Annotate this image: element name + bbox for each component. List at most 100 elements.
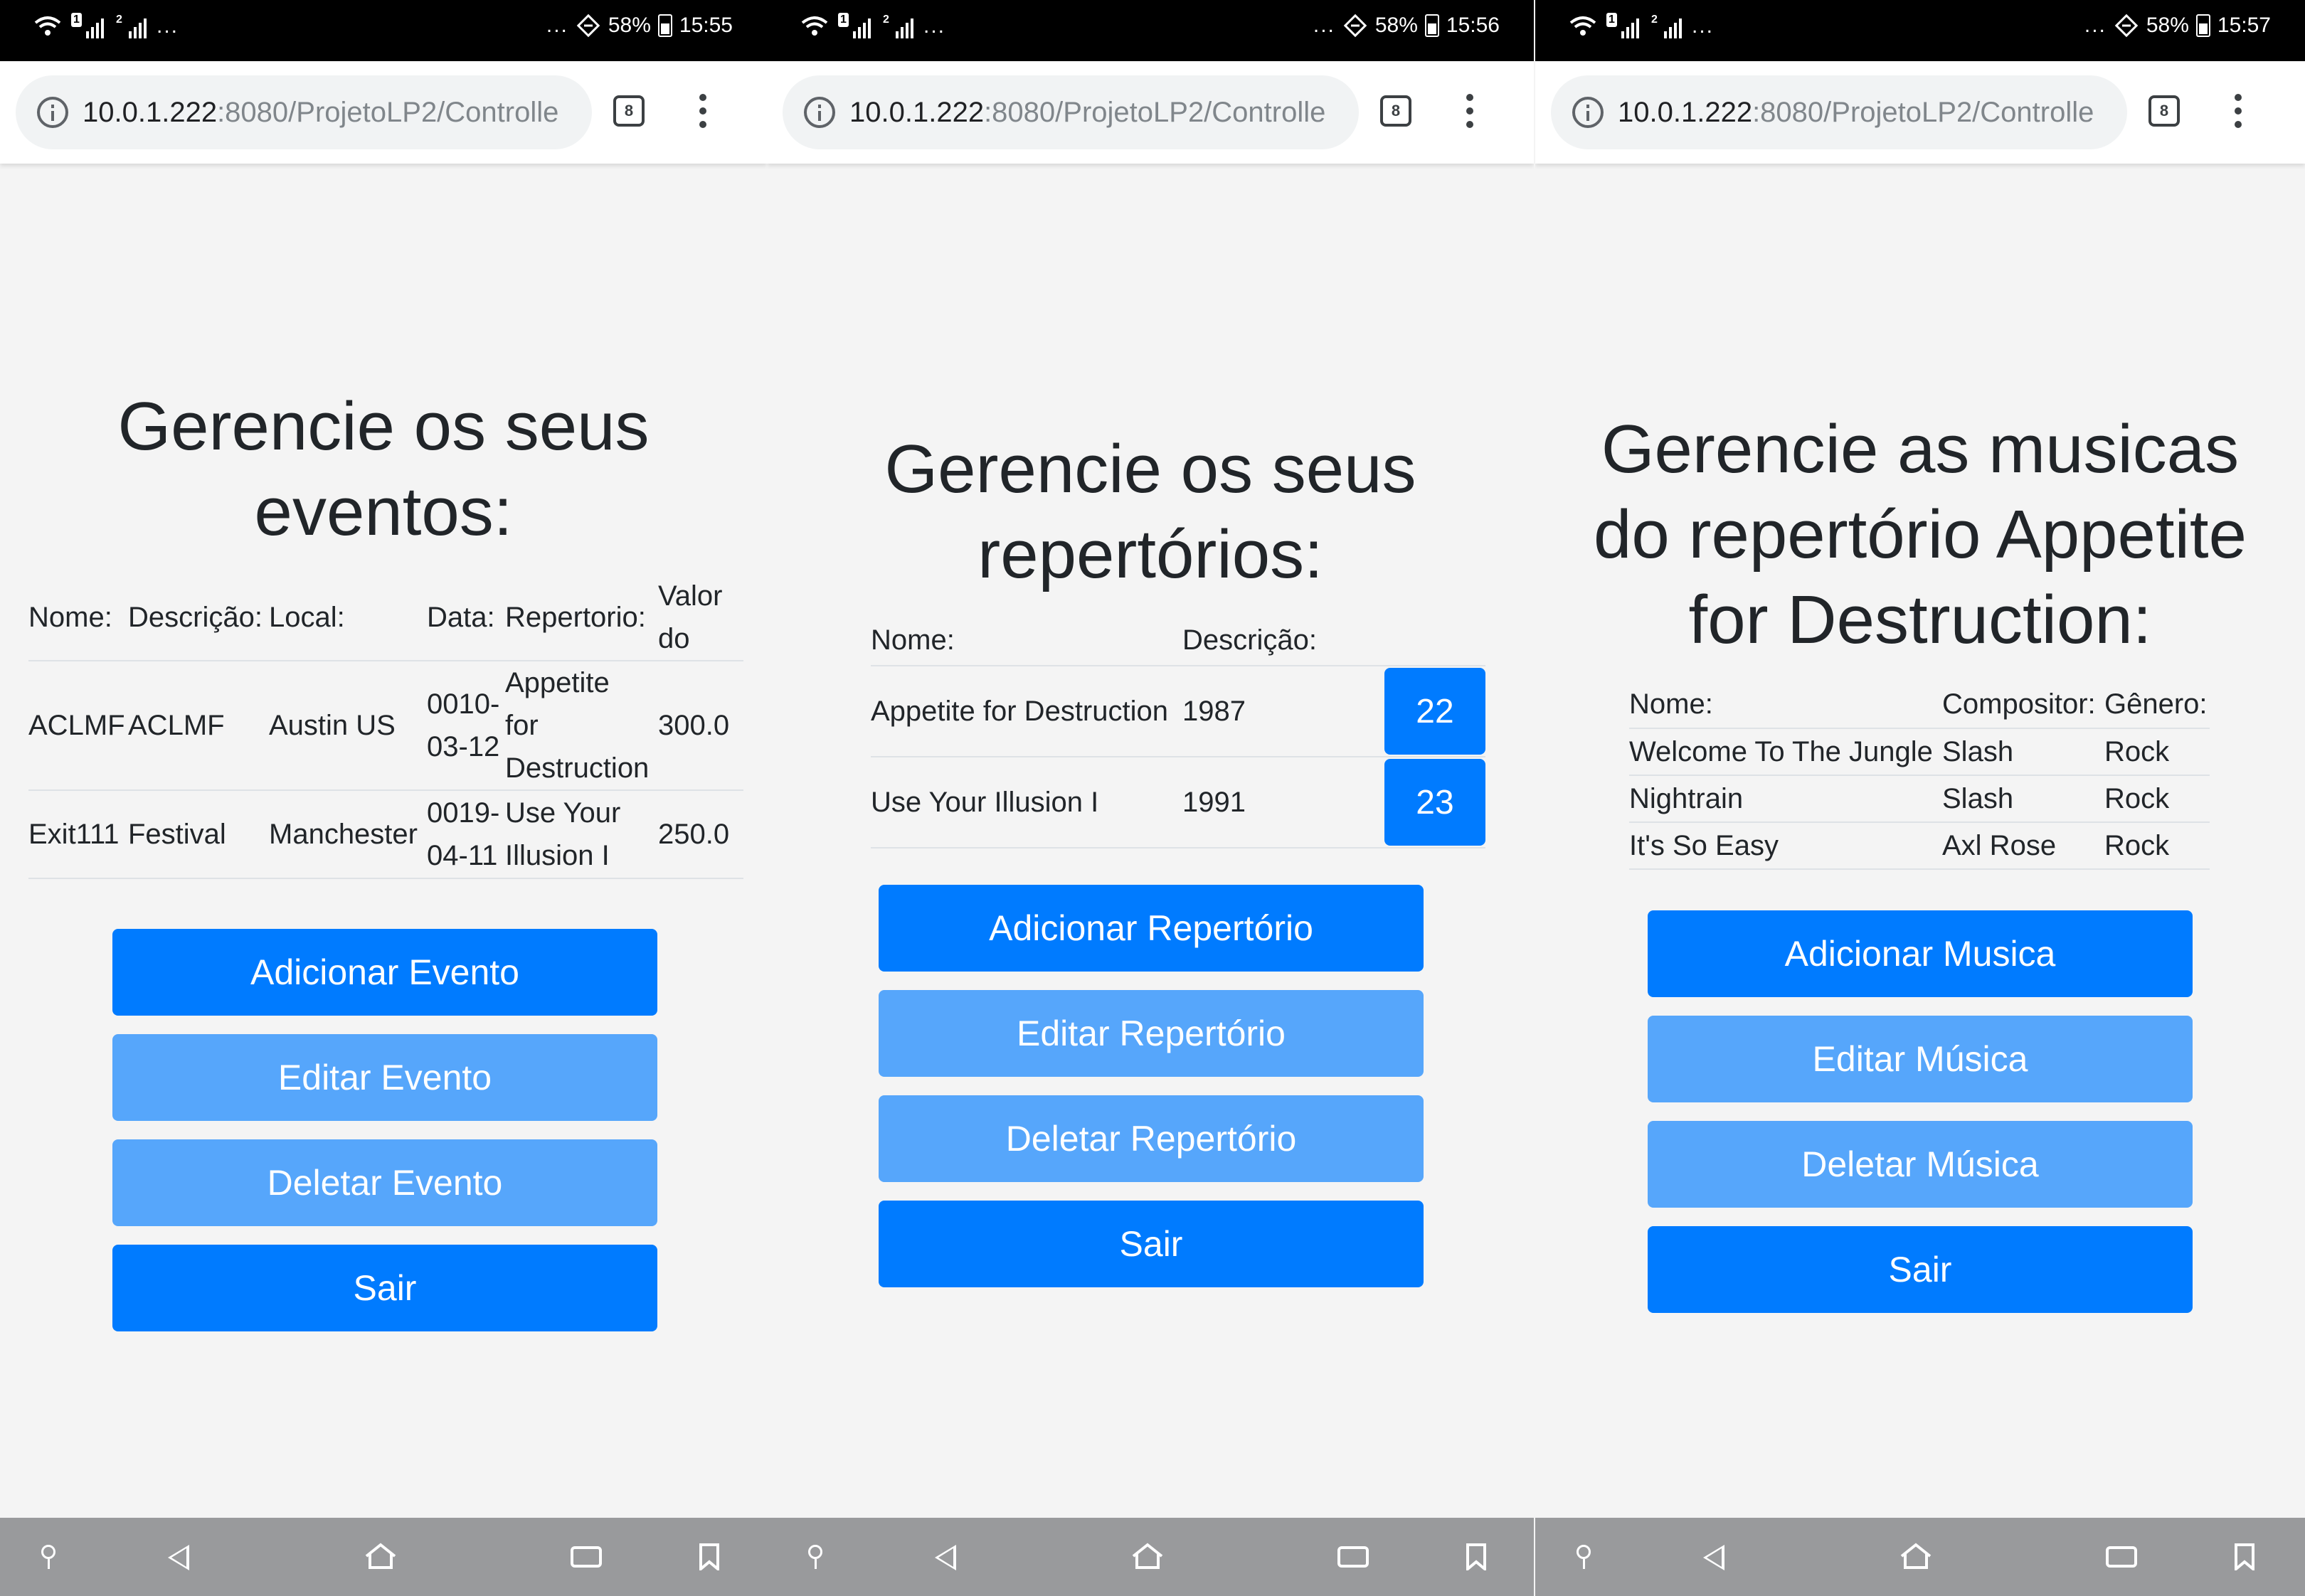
cell-genero: Rock (2104, 821, 2210, 869)
home-icon[interactable] (364, 1542, 397, 1570)
address-bar[interactable]: 10.0.1.222:8080/ProjetoLP2/Controlle (16, 75, 592, 149)
delete-song-button[interactable]: Deletar Música (1648, 1121, 2193, 1208)
tabs-icon[interactable]: 8 (2148, 95, 2180, 127)
address-bar[interactable]: 10.0.1.222:8080/ProjetoLP2/Controlle (1551, 75, 2127, 149)
delete-event-button[interactable]: Deletar Evento (112, 1139, 657, 1226)
data-saver-icon (2114, 14, 2139, 38)
bookmark-icon[interactable] (699, 1543, 720, 1570)
add-repertoire-button[interactable]: Adicionar Repertório (879, 885, 1424, 972)
navigation-bar (767, 1518, 1534, 1596)
bookmark-icon[interactable] (2234, 1543, 2255, 1570)
pin-icon[interactable] (808, 1545, 822, 1569)
url-text[interactable]: 10.0.1.222:8080/ProjetoLP2/Controlle (83, 97, 581, 129)
url-text[interactable]: 10.0.1.222:8080/ProjetoLP2/Controlle (1618, 97, 2116, 129)
cell-nome: Use Your Illusion I (871, 756, 1182, 848)
cell-compositor: Slash (1942, 775, 2104, 822)
add-event-button[interactable]: Adicionar Evento (112, 929, 657, 1016)
select-repertoire-button[interactable]: 23 (1384, 759, 1485, 846)
col-header-nome: Nome: (871, 624, 955, 656)
browser-toolbar: 10.0.1.222:8080/ProjetoLP2/Controlle 8 (1535, 61, 2305, 164)
address-bar[interactable]: 10.0.1.222:8080/ProjetoLP2/Controlle (783, 75, 1359, 149)
exit-button[interactable]: Sair (112, 1245, 657, 1331)
cell-id: 22 (1384, 665, 1485, 757)
menu-icon[interactable] (699, 94, 707, 131)
url-text[interactable]: 10.0.1.222:8080/ProjetoLP2/Controlle (849, 97, 1347, 129)
exit-button[interactable]: Sair (879, 1201, 1424, 1287)
cell-valor: 250.0 (658, 789, 743, 878)
col-header-nome: Nome: (1629, 688, 1713, 720)
page-title: Gerencie os seus eventos: (117, 388, 650, 550)
info-icon[interactable] (804, 97, 835, 128)
edit-event-button[interactable]: Editar Evento (112, 1034, 657, 1121)
col-header-action (1384, 616, 1485, 666)
cell-local: Austin US (269, 660, 427, 790)
info-icon[interactable] (1572, 97, 1604, 128)
table-row: Appetite for Destruction 1987 22 (871, 665, 1485, 757)
select-repertoire-button[interactable]: 22 (1384, 668, 1485, 755)
back-icon[interactable] (1703, 1545, 1724, 1570)
edit-song-button[interactable]: Editar Música (1648, 1016, 2193, 1102)
cell-nome: It's So Easy (1629, 821, 1942, 869)
tabs-icon[interactable]: 8 (613, 95, 645, 127)
repertoires-table: Nome: Descrição: Appetite for Destructio… (871, 616, 1485, 848)
delete-repertoire-button[interactable]: Deletar Repertório (879, 1095, 1424, 1182)
menu-icon[interactable] (1466, 94, 1474, 131)
clock: 15:56 (1446, 14, 1500, 37)
status-dots: ... (2084, 14, 2107, 37)
home-icon[interactable] (1131, 1542, 1164, 1570)
status-bar: 1 2 ... ... 58% 15:56 (767, 0, 1534, 61)
table-row: Exit111 Festival Manchester 0019-04-11 U… (28, 789, 743, 878)
cell-nome: Nightrain (1629, 775, 1942, 822)
menu-icon[interactable] (2234, 94, 2242, 131)
recents-icon[interactable] (2106, 1546, 2137, 1568)
add-song-button[interactable]: Adicionar Musica (1648, 910, 2193, 997)
status-dots: ... (1313, 14, 1335, 37)
signal-icon: 2 (881, 13, 913, 40)
table-header-row: Nome: Descrição: (871, 616, 1485, 666)
col-header-nome: Nome: (28, 601, 112, 633)
table-row: It's So Easy Axl Rose Rock (1629, 821, 2210, 869)
battery-icon (1424, 14, 1439, 37)
battery-percent: 58% (1374, 14, 1418, 37)
cell-compositor: Axl Rose (1942, 821, 2104, 869)
browser-toolbar: 10.0.1.222:8080/ProjetoLP2/Controlle 8 (767, 61, 1534, 164)
notification-dots: ... (923, 14, 946, 38)
phone-screen-songs: 1 2 ... ... 58% 15:57 10.0.1.222:8080/Pr… (1535, 0, 2305, 1596)
edit-repertoire-button[interactable]: Editar Repertório (879, 990, 1424, 1077)
navigation-bar (1535, 1518, 2305, 1596)
col-header-genero: Gênero: (2104, 688, 2208, 720)
exit-button[interactable]: Sair (1648, 1226, 2193, 1313)
table-row: Use Your Illusion I 1991 23 (871, 756, 1485, 848)
cell-nome: Welcome To The Jungle (1629, 728, 1942, 775)
status-bar: 1 2 ... ... 58% 15:57 (1535, 0, 2305, 61)
signal-icon: 2 (114, 13, 147, 40)
signal-icon: 1 (71, 13, 104, 40)
pin-icon[interactable] (41, 1545, 55, 1569)
col-header-repertorio: Repertorio: (505, 601, 646, 633)
wifi-icon (34, 16, 61, 36)
col-header-descricao: Descrição: (1182, 624, 1317, 656)
cell-descricao: ACLMF (128, 660, 269, 790)
cell-descricao: 1991 (1182, 756, 1384, 848)
table-row: Nightrain Slash Rock (1629, 775, 2210, 822)
cell-compositor: Slash (1942, 728, 2104, 775)
data-saver-icon (576, 14, 600, 38)
cell-data: 0019-04-11 (427, 789, 505, 878)
cell-nome: Appetite for Destruction (871, 665, 1182, 757)
tabs-icon[interactable]: 8 (1380, 95, 1411, 127)
cell-id: 23 (1384, 756, 1485, 848)
info-icon[interactable] (37, 97, 68, 128)
bookmark-icon[interactable] (1466, 1543, 1487, 1570)
home-icon[interactable] (1899, 1542, 1932, 1570)
signal-icon: 1 (838, 13, 871, 40)
back-icon[interactable] (935, 1545, 956, 1570)
pin-icon[interactable] (1577, 1545, 1591, 1569)
recents-icon[interactable] (1337, 1546, 1369, 1568)
table-row: Welcome To The Jungle Slash Rock (1629, 728, 2210, 775)
battery-percent: 58% (2146, 14, 2189, 37)
phone-screen-repertoires: 1 2 ... ... 58% 15:56 10.0.1.222:8080/Pr… (767, 0, 1534, 1596)
cell-genero: Rock (2104, 775, 2210, 822)
cell-valor: 300.0 (658, 660, 743, 790)
recents-icon[interactable] (571, 1546, 602, 1568)
back-icon[interactable] (168, 1545, 189, 1570)
